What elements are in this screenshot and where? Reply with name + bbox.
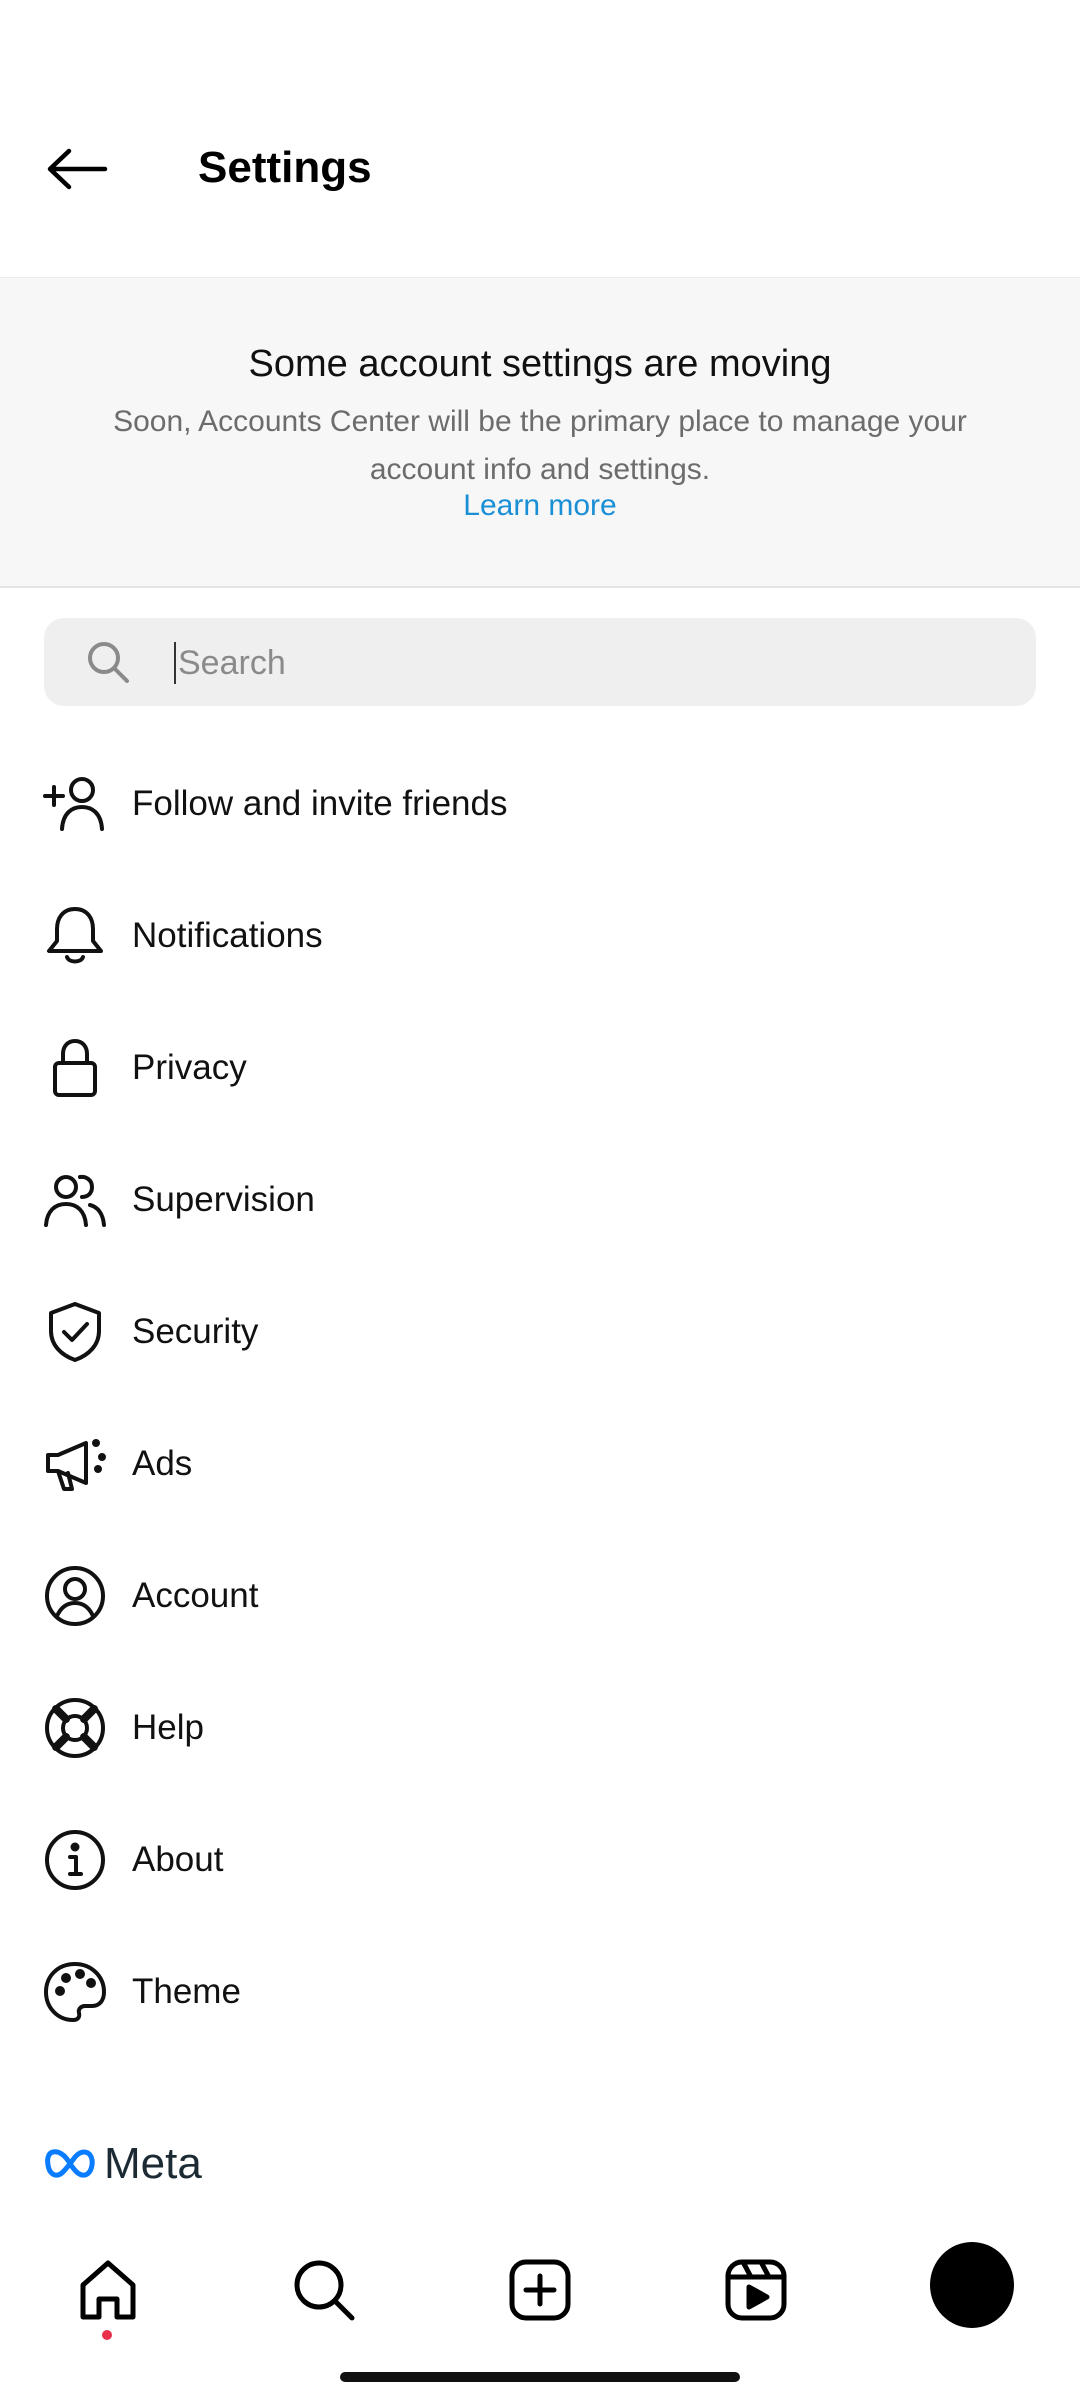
menu-item-theme[interactable]: Theme bbox=[0, 1926, 1080, 2058]
info-icon bbox=[45, 1830, 105, 1890]
reels-icon bbox=[725, 2259, 787, 2321]
search-bar[interactable] bbox=[44, 618, 1036, 708]
search-icon bbox=[88, 642, 129, 683]
home-indicator bbox=[340, 2372, 740, 2382]
page-title: Settings bbox=[198, 143, 372, 192]
learn-more-link[interactable]: Learn more bbox=[0, 486, 1080, 526]
meta-wordmark: Meta bbox=[104, 2139, 202, 2188]
menu-item-supervision[interactable]: Supervision bbox=[0, 1134, 1080, 1266]
menu-item-label: Account bbox=[132, 1576, 259, 1615]
tab-create[interactable] bbox=[486, 2240, 594, 2340]
menu-item-label: Follow and invite friends bbox=[132, 784, 508, 823]
add-person-icon bbox=[43, 777, 104, 831]
search-icon bbox=[294, 2260, 355, 2321]
accounts-center-banner: Some account settings are moving Soon, A… bbox=[0, 277, 1080, 588]
menu-item-label: Supervision bbox=[132, 1180, 315, 1219]
tab-search[interactable] bbox=[270, 2240, 378, 2340]
profile-avatar[interactable] bbox=[930, 2242, 1014, 2328]
menu-item-label: Security bbox=[132, 1312, 259, 1351]
meta-infinity-icon bbox=[45, 2149, 95, 2178]
menu-item-account[interactable]: Account bbox=[0, 1530, 1080, 1662]
app-header: Settings bbox=[0, 0, 1080, 277]
palette-icon bbox=[44, 1962, 106, 2022]
menu-item-ads[interactable]: Ads bbox=[0, 1398, 1080, 1530]
home-icon bbox=[80, 2260, 136, 2320]
banner-title: Some account settings are moving bbox=[248, 343, 832, 385]
back-arrow-icon bbox=[47, 148, 108, 190]
lock-icon bbox=[53, 1039, 97, 1097]
people-icon bbox=[44, 1174, 106, 1227]
menu-item-about[interactable]: About bbox=[0, 1794, 1080, 1926]
bottom-tab-bar bbox=[0, 2220, 1080, 2350]
megaphone-icon bbox=[46, 1439, 106, 1491]
menu-item-privacy[interactable]: Privacy bbox=[0, 1002, 1080, 1134]
lifebuoy-icon bbox=[45, 1698, 105, 1758]
menu-item-follow-invite[interactable]: Follow and invite friends bbox=[0, 738, 1080, 870]
menu-item-label: Privacy bbox=[132, 1048, 247, 1087]
menu-item-security[interactable]: Security bbox=[0, 1266, 1080, 1398]
menu-item-notifications[interactable]: Notifications bbox=[0, 870, 1080, 1002]
banner-description: Soon, Accounts Center will be the primar… bbox=[113, 405, 967, 486]
meta-logo: Meta bbox=[44, 2138, 202, 2190]
menu-item-label: Help bbox=[132, 1708, 204, 1747]
bell-icon bbox=[47, 907, 103, 964]
shield-check-icon bbox=[49, 1302, 101, 1362]
tab-home[interactable] bbox=[54, 2240, 162, 2340]
create-icon bbox=[509, 2259, 571, 2321]
menu-item-label: Ads bbox=[132, 1444, 193, 1483]
tab-reels[interactable] bbox=[702, 2240, 810, 2340]
menu-item-label: About bbox=[132, 1840, 224, 1879]
home-notification-dot bbox=[102, 2330, 112, 2340]
menu-item-label: Theme bbox=[132, 1972, 241, 2011]
back-button[interactable] bbox=[40, 135, 114, 203]
search-input[interactable] bbox=[176, 618, 1000, 708]
menu-item-help[interactable]: Help bbox=[0, 1662, 1080, 1794]
menu-item-label: Notifications bbox=[132, 916, 323, 955]
user-circle-icon bbox=[45, 1566, 105, 1626]
